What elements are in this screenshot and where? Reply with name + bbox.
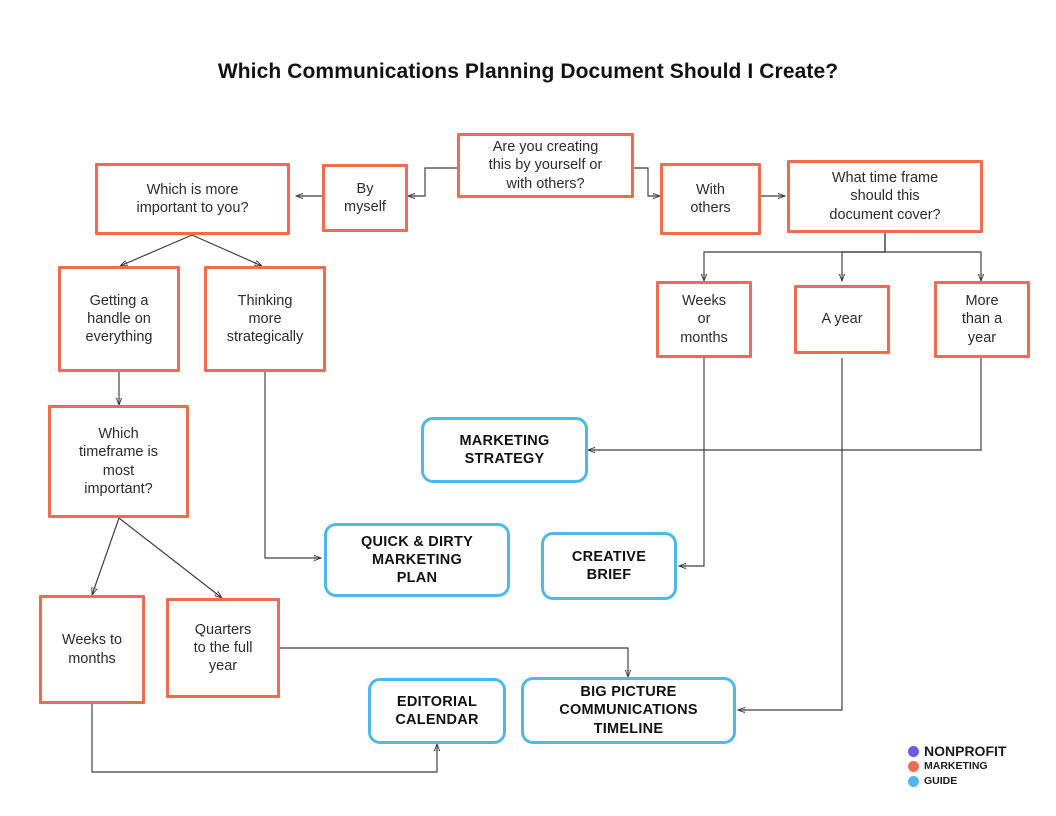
logo-dot-coral-icon [908, 760, 919, 772]
page-title: Which Communications Planning Document S… [217, 60, 839, 83]
edge-a-year-to-big-picture [738, 358, 843, 710]
node-editorial-calendar[interactable]: EDITORIAL CALENDAR [368, 678, 506, 744]
node-big-picture-communications-timeline[interactable]: BIG PICTURE COMMUNICATIONS TIMELINE [521, 677, 736, 744]
edge-weeks-months-to-creative-brief [679, 358, 705, 566]
edge-quarters-to-big-picture [280, 647, 628, 677]
node-which-is-more-important[interactable]: Which is more important to you? [95, 163, 290, 235]
edge-timeframe-to-a-year [842, 233, 886, 281]
edge-timeframe-to-more-than-a-year [884, 233, 981, 281]
logo-row-guide: GUIDE [908, 774, 1006, 788]
edge-important-to-getting-handle [120, 234, 193, 267]
node-thinking-strategically[interactable]: Thinking more strategically [204, 266, 326, 372]
node-more-than-a-year[interactable]: More than a year [934, 281, 1030, 358]
node-start-question[interactable]: Are you creating this by yourself or wit… [457, 133, 634, 198]
node-quarters-to-full-year[interactable]: Quarters to the full year [166, 598, 280, 698]
logo-dot-blue-icon [908, 775, 919, 787]
edge-start-to-with-others [634, 167, 660, 196]
logo-dot-purple-icon [908, 745, 919, 757]
edge-start-to-by-myself [408, 167, 457, 196]
nonprofit-marketing-guide-logo: NONPROFIT MARKETING GUIDE [908, 744, 1006, 788]
edge-more-than-year-to-marketing-strategy [588, 358, 982, 450]
node-with-others[interactable]: With others [660, 163, 761, 235]
edge-timeframe-to-weeks-or-months [704, 233, 886, 281]
logo-text-marketing: MARKETING [924, 759, 988, 772]
node-what-time-frame[interactable]: What time frame should this document cov… [787, 160, 983, 233]
node-by-myself[interactable]: By myself [322, 164, 408, 232]
flowchart-canvas: Which Communications Planning Document S… [0, 0, 1056, 816]
node-which-timeframe[interactable]: Which timeframe is most important? [48, 405, 189, 518]
logo-row-nonprofit: NONPROFIT [908, 744, 1006, 758]
node-creative-brief[interactable]: CREATIVE BRIEF [541, 532, 677, 600]
node-quick-and-dirty-marketing-plan[interactable]: QUICK & DIRTY MARKETING PLAN [324, 523, 510, 597]
edge-which-timeframe-to-weeks [92, 517, 120, 595]
node-marketing-strategy[interactable]: MARKETING STRATEGY [421, 417, 588, 483]
edge-which-timeframe-to-quarters [118, 517, 222, 598]
node-a-year[interactable]: A year [794, 285, 890, 354]
edge-important-to-thinking [191, 234, 262, 266]
logo-text-nonprofit: NONPROFIT [924, 743, 1007, 759]
edge-thinking-to-quick-dirty [264, 372, 321, 558]
node-weeks-or-months[interactable]: Weeks or months [656, 281, 752, 358]
logo-row-marketing: MARKETING [908, 759, 1006, 773]
node-weeks-to-months[interactable]: Weeks to months [39, 595, 145, 704]
logo-text-guide: GUIDE [924, 774, 958, 787]
node-getting-a-handle[interactable]: Getting a handle on everything [58, 266, 180, 372]
